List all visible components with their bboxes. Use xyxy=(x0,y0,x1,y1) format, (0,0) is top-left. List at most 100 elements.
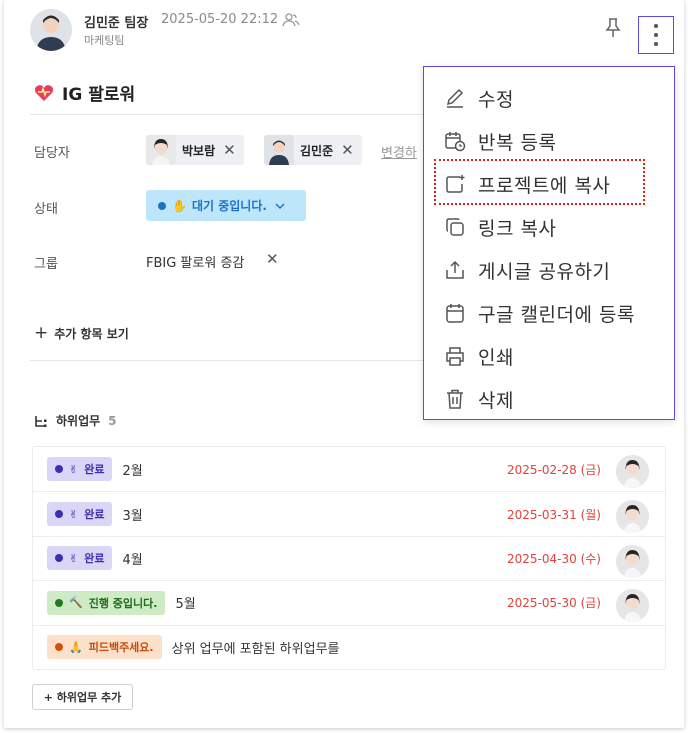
remove-assignee-icon[interactable]: ✕ xyxy=(341,142,354,158)
add-subtask-button[interactable]: + 하위업무 추가 xyxy=(32,684,133,710)
dot-icon xyxy=(654,33,658,37)
subtask-status-tag: ✌ 완료 xyxy=(47,546,113,571)
subtask-assignee-avatar[interactable] xyxy=(616,544,649,578)
menu-item-trash[interactable]: 삭제 xyxy=(444,382,514,416)
post-title: IG 팔로워 xyxy=(62,85,136,105)
author-department: 마케팅팀 xyxy=(84,34,125,47)
change-assignee-link[interactable]: 변경하 xyxy=(381,142,417,161)
menu-item-label: 수정 xyxy=(478,88,514,111)
subtask-assignee-avatar[interactable] xyxy=(616,455,649,488)
assignee-chip: 김민준 ✕ xyxy=(264,135,362,165)
subtask-status: 완료 xyxy=(84,463,105,477)
group-value: FBIG 팔로워 증감 xyxy=(146,256,245,271)
menu-item-copy-link[interactable]: 링크 복사 xyxy=(444,210,556,244)
pencil-icon xyxy=(446,88,464,108)
copy-to-project-icon xyxy=(446,175,465,193)
status-dot-icon xyxy=(55,643,63,652)
assignee-name: 박보람 xyxy=(182,143,216,158)
subtask-icon xyxy=(35,415,47,427)
share-icon xyxy=(446,260,464,279)
more-options-button[interactable] xyxy=(638,16,674,54)
status-emoji-icon: ✌ xyxy=(69,551,79,565)
menu-item-calendar-repeat[interactable]: 반복 등록 xyxy=(444,124,556,158)
status-emoji-icon: ✌ xyxy=(69,462,79,476)
menu-item-calendar[interactable]: 구글 캘린더에 등록 xyxy=(444,296,635,330)
read-receipt-icon[interactable] xyxy=(282,12,300,28)
assignee-chip: 박보람 ✕ xyxy=(146,135,244,165)
raised-hand-icon: ✋ xyxy=(172,198,187,213)
status-dot-icon xyxy=(55,598,63,607)
subtask-row[interactable]: 🔨 진행 중입니다. 5월 2025-05-30 (금) xyxy=(33,580,665,624)
status-label: 상태 xyxy=(34,202,58,217)
assignee-label: 담당자 xyxy=(34,146,70,161)
subtask-name: 2월 xyxy=(122,463,143,479)
pin-icon[interactable] xyxy=(604,17,622,39)
subtask-name: 4월 xyxy=(122,552,143,568)
subtask-name: 상위 업무에 포함된 하위업무를 xyxy=(171,641,340,657)
assignee-avatar xyxy=(146,135,176,165)
subtask-status-tag: 🙏 피드백주세요. xyxy=(47,635,162,660)
calendar-icon xyxy=(446,304,464,323)
assignee-name: 김민준 xyxy=(300,143,334,158)
show-more-fields-button[interactable]: + 추가 항목 보기 xyxy=(34,323,129,343)
subtask-count: 5 xyxy=(108,413,117,428)
menu-item-label: 게시글 공유하기 xyxy=(478,260,611,283)
subtask-status-tag: ✌ 완료 xyxy=(47,457,113,482)
author-avatar[interactable] xyxy=(30,9,72,51)
subtask-row[interactable]: ✌ 완료 4월 2025-04-30 (수) xyxy=(33,535,665,580)
subtask-due-date: 2025-04-30 (수) xyxy=(507,551,601,566)
status-value: 대기 중입니다. xyxy=(191,199,267,213)
subtask-status: 완료 xyxy=(84,508,105,522)
menu-item-share[interactable]: 게시글 공유하기 xyxy=(444,253,610,287)
remove-assignee-icon[interactable]: ✕ xyxy=(223,142,236,158)
menu-item-copy-to-project[interactable]: 프로젝트에 복사 xyxy=(444,167,610,201)
subtask-due-date: 2025-05-30 (금) xyxy=(507,596,601,611)
status-emoji-icon: ✌ xyxy=(69,507,79,521)
plus-icon: + xyxy=(34,323,49,343)
post-timestamp: 2025-05-20 22:12 xyxy=(161,12,279,27)
status-emoji-icon: 🙏 xyxy=(69,640,83,654)
menu-item-pencil[interactable]: 수정 xyxy=(444,81,514,115)
chevron-down-icon xyxy=(275,202,285,209)
remove-group-icon[interactable]: ✕ xyxy=(266,250,279,268)
trash-icon xyxy=(447,389,463,409)
status-emoji-icon: 🔨 xyxy=(69,596,83,610)
subtask-name: 3월 xyxy=(122,508,143,524)
subtask-row[interactable]: ✌ 완료 3월 2025-03-31 (월) xyxy=(33,491,665,535)
subtask-status: 완료 xyxy=(84,552,105,566)
subtask-row[interactable]: ✌ 완료 2월 2025-02-28 (금) xyxy=(33,447,665,491)
author-name: 김민준 팀장 xyxy=(84,16,149,31)
menu-item-label: 반복 등록 xyxy=(478,131,557,154)
more-options-menu: 수정반복 등록프로젝트에 복사링크 복사게시글 공유하기구글 캘린더에 등록인쇄… xyxy=(423,66,675,420)
subtask-assignee-avatar[interactable] xyxy=(616,500,649,534)
printer-icon xyxy=(446,347,464,366)
group-label: 그룹 xyxy=(34,257,58,272)
status-dot-icon xyxy=(55,554,63,563)
calendar-repeat-icon xyxy=(445,132,466,152)
subtask-list: ✌ 완료 2월 2025-02-28 (금) ✌ 완료 3월 2025-03-31 (월) ✌ 완… xyxy=(32,446,666,670)
dot-icon xyxy=(654,42,658,46)
menu-item-label: 구글 캘린더에 등록 xyxy=(478,303,635,326)
menu-item-label: 인쇄 xyxy=(478,346,514,369)
subtask-status: 진행 중입니다. xyxy=(88,596,158,610)
status-dot-icon xyxy=(55,465,63,474)
subtask-title: 하위업무 xyxy=(56,414,101,428)
menu-item-label: 프로젝트에 복사 xyxy=(478,174,611,197)
menu-item-printer[interactable]: 인쇄 xyxy=(444,339,514,373)
heart-icon xyxy=(34,84,54,101)
copy-link-icon xyxy=(446,218,464,236)
subtask-due-date: 2025-03-31 (월) xyxy=(507,507,601,522)
status-dot-icon xyxy=(158,201,166,210)
subtask-due-date: 2025-02-28 (금) xyxy=(507,462,601,477)
subtask-assignee-avatar[interactable] xyxy=(616,589,649,623)
more-fields-label: 추가 항목 보기 xyxy=(54,326,129,341)
post-card: 김민준 팀장 2025-05-20 22:12 마케팅팀 IG 팔로워 담당자 … xyxy=(4,0,684,728)
menu-item-label: 삭제 xyxy=(478,389,514,412)
assignee-avatar xyxy=(264,135,294,165)
status-dropdown[interactable]: ✋ 대기 중입니다. xyxy=(146,190,306,221)
menu-item-label: 링크 복사 xyxy=(478,217,557,240)
subtask-name: 5월 xyxy=(175,597,196,613)
dot-icon xyxy=(654,24,658,28)
post-title-row: IG 팔로워 xyxy=(34,80,135,105)
subtask-row[interactable]: 🙏 피드백주세요. 상위 업무에 포함된 하위업무를 xyxy=(33,624,665,669)
